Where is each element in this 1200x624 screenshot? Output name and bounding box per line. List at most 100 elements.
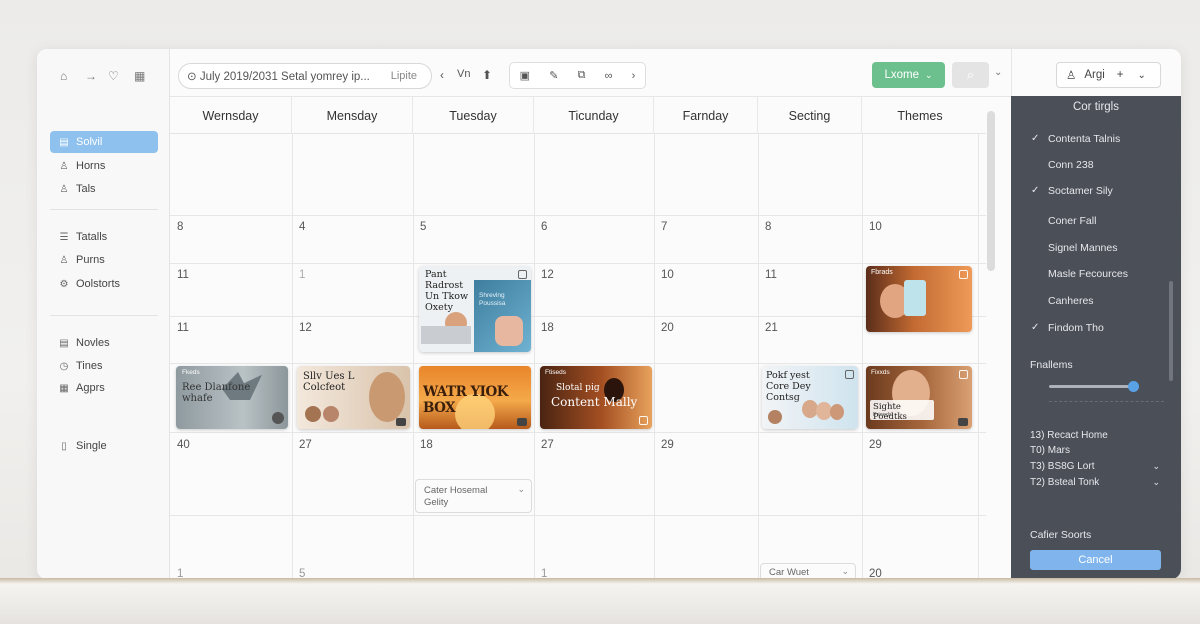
sidebar-item-label: Tines bbox=[76, 360, 103, 372]
chevron-down-icon[interactable]: ⌄ bbox=[1152, 461, 1160, 472]
panel-option[interactable]: ✓ Findom Tho bbox=[1031, 322, 1104, 334]
panel-scrollbar[interactable] bbox=[1169, 281, 1173, 381]
settings-icon: ⚙ bbox=[59, 278, 69, 290]
grid-line bbox=[292, 134, 293, 579]
event-badge-icon bbox=[518, 270, 527, 279]
weekday-header: Wernsday Mensday Tuesday Ticunday Farnda… bbox=[170, 97, 986, 134]
copy-icon[interactable]: ⧉ bbox=[578, 69, 586, 82]
photo-face bbox=[369, 372, 405, 422]
day-number[interactable]: 29 bbox=[869, 439, 882, 451]
view-label[interactable]: Vn bbox=[457, 68, 470, 80]
day-number[interactable]: 5 bbox=[420, 221, 426, 233]
event-card[interactable]: Fixxds Sighte Poedtks Prioeds bbox=[866, 366, 972, 429]
panel-option[interactable]: ✓ Soctamer Sily bbox=[1031, 185, 1113, 197]
image-icon[interactable]: ▣ bbox=[520, 69, 530, 82]
chevron-down-icon[interactable]: ⌄ bbox=[1152, 477, 1160, 488]
day-number[interactable]: 1 bbox=[299, 269, 305, 281]
sidebar-item-tines[interactable]: ◷ Tines bbox=[50, 355, 158, 377]
panel-row[interactable]: T3) BS8G Lort ⌄ bbox=[1030, 461, 1160, 472]
day-number[interactable]: 11 bbox=[765, 269, 777, 281]
day-number[interactable]: 12 bbox=[299, 322, 312, 334]
panel-option[interactable]: Canheres bbox=[1031, 295, 1094, 307]
panel-option-label: Conn 238 bbox=[1048, 159, 1094, 171]
panel-option[interactable]: Masle Fecources bbox=[1031, 268, 1128, 280]
sidebar-item-single[interactable]: ▯ Single bbox=[50, 435, 158, 457]
day-number[interactable]: 18 bbox=[420, 439, 433, 451]
sidebar-item-solvil[interactable]: ▤ Solvil bbox=[50, 131, 158, 153]
day-number[interactable]: 29 bbox=[661, 439, 674, 451]
sidebar-item-tatalls[interactable]: ☰ Tatalls bbox=[50, 226, 158, 248]
panel-option[interactable]: Signel Mannes bbox=[1031, 242, 1117, 254]
filter-slider-track[interactable] bbox=[1049, 385, 1134, 388]
heart-icon[interactable]: ♡ bbox=[108, 69, 119, 83]
event-card[interactable]: WATR YIOK BOX bbox=[419, 366, 531, 429]
day-number[interactable]: 18 bbox=[541, 322, 554, 334]
day-number[interactable]: 10 bbox=[869, 221, 882, 233]
panel-option[interactable]: Conn 238 bbox=[1031, 159, 1094, 171]
search-tag[interactable]: Lipite bbox=[391, 70, 417, 82]
chevron-down-icon[interactable]: ⌄ bbox=[517, 483, 525, 495]
event-mini-card[interactable]: Car Wuet ⌄ bbox=[760, 563, 856, 579]
day-number[interactable]: 11 bbox=[177, 269, 189, 281]
panel-option[interactable]: Coner Fall bbox=[1031, 215, 1096, 227]
filter-slider-knob[interactable] bbox=[1128, 381, 1139, 392]
sidebar-item-agprs[interactable]: ▦ Agprs bbox=[50, 377, 158, 399]
grid-line bbox=[170, 316, 986, 317]
forward-icon[interactable]: → bbox=[85, 69, 97, 83]
day-number[interactable]: 12 bbox=[541, 269, 554, 281]
panel-row[interactable]: T0) Mars bbox=[1030, 445, 1160, 456]
chevron-down-icon[interactable]: ⌄ bbox=[841, 565, 849, 577]
panel-row[interactable]: 13) Recact Home bbox=[1030, 430, 1160, 441]
day-number[interactable]: 40 bbox=[177, 439, 190, 451]
plus-icon[interactable]: + bbox=[1117, 69, 1124, 81]
mini-card-line: Gelity bbox=[424, 497, 449, 508]
sidebar-item-oolstorts[interactable]: ⚙ Oolstorts bbox=[50, 273, 158, 295]
day-number[interactable]: 10 bbox=[661, 269, 674, 281]
day-number[interactable]: 27 bbox=[299, 439, 312, 451]
search-button[interactable]: ⌕ bbox=[952, 62, 989, 88]
event-card[interactable]: Fkeds Ree Dlanfone whafe bbox=[176, 366, 288, 429]
event-card[interactable]: Pokf yest Core Dey Contsg bbox=[762, 366, 858, 429]
panel-row[interactable]: T2) Bsteal Tonk ⌄ bbox=[1030, 477, 1160, 488]
event-card[interactable]: Pant Radrost Un Tkow Oxety Shrevlng Pous… bbox=[419, 266, 531, 352]
panel-option[interactable]: ✓ Contenta Talnis bbox=[1031, 133, 1120, 145]
chevron-down-icon[interactable]: ⌄ bbox=[994, 67, 1002, 78]
sidebar-item-tals[interactable]: ♙ Tals bbox=[50, 178, 158, 200]
sidebar-item-novles[interactable]: ▤ Novles bbox=[50, 332, 158, 354]
account-label: Argi bbox=[1084, 69, 1105, 81]
sidebar-divider bbox=[50, 209, 158, 210]
event-card[interactable]: Fbrads bbox=[866, 266, 972, 332]
primary-button[interactable]: Lxome ⌄ bbox=[872, 62, 945, 88]
day-number[interactable]: 6 bbox=[541, 221, 547, 233]
day-number[interactable]: 20 bbox=[661, 322, 674, 334]
cancel-button[interactable]: Cancel bbox=[1030, 550, 1161, 570]
event-badge-icon bbox=[959, 270, 968, 279]
event-card[interactable]: Sllv Ues L Colcfeot bbox=[297, 366, 410, 429]
home-icon[interactable]: ⌂ bbox=[60, 69, 67, 83]
grid-line bbox=[978, 134, 979, 579]
sidebar-item-horns[interactable]: ♙ Horns bbox=[50, 155, 158, 177]
day-number[interactable]: 7 bbox=[661, 221, 667, 233]
calendar-icon[interactable]: ▦ bbox=[134, 69, 145, 83]
day-number[interactable]: 27 bbox=[541, 439, 554, 451]
day-number[interactable]: 11 bbox=[177, 322, 189, 334]
day-number[interactable]: 4 bbox=[299, 221, 305, 233]
doc-icon: ▯ bbox=[61, 440, 67, 452]
bed-blanket-background bbox=[0, 578, 1200, 624]
day-number[interactable]: 8 bbox=[177, 221, 183, 233]
event-title: Fbrads bbox=[871, 269, 893, 276]
grid-line bbox=[654, 134, 655, 579]
pen-icon[interactable]: ✎ bbox=[549, 69, 558, 82]
chevron-left-icon[interactable]: ‹ bbox=[440, 68, 444, 82]
date-search-input[interactable]: ⊙ July 2019/2031 Setal yomrey ip... Lipi… bbox=[178, 63, 432, 89]
sidebar-item-purns[interactable]: ♙ Purns bbox=[50, 249, 158, 271]
event-card[interactable]: Ftiseds Slotal pig Content Mally bbox=[540, 366, 652, 429]
chevron-right-icon[interactable]: › bbox=[632, 70, 636, 82]
day-number[interactable]: 21 bbox=[765, 322, 778, 334]
link-icon[interactable]: ∞ bbox=[605, 70, 613, 82]
day-number[interactable]: 8 bbox=[765, 221, 771, 233]
event-mini-card[interactable]: Cater Hosemal Gelity ⌄ bbox=[415, 479, 532, 513]
calendar-scrollbar[interactable] bbox=[987, 111, 995, 271]
pin-icon[interactable]: ⬆ bbox=[482, 68, 492, 82]
account-selector[interactable]: ♙ Argi + ⌄ bbox=[1056, 62, 1161, 88]
